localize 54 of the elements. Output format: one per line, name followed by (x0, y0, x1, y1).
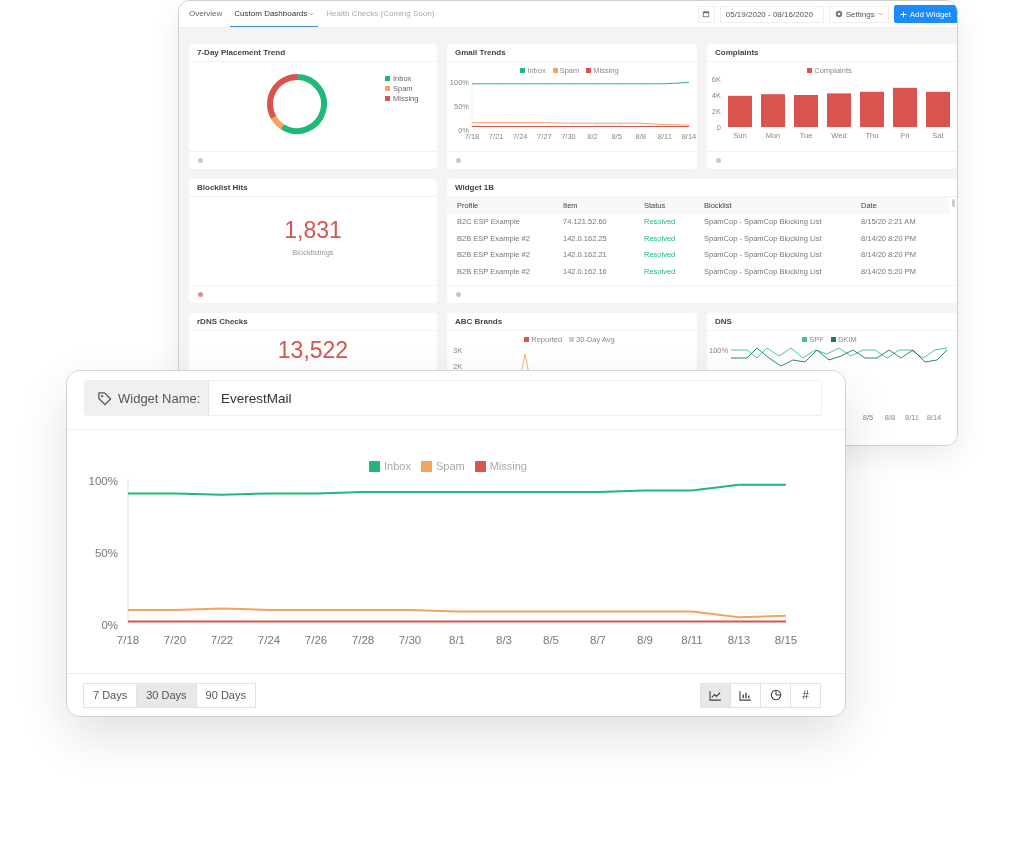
widget-title: ABC Brands (447, 313, 697, 331)
tick-label: 8/1 (449, 634, 465, 646)
plus-icon (899, 10, 907, 18)
caret-icon (877, 12, 883, 16)
tab[interactable]: Custom Dashboards (230, 1, 319, 27)
widget-title: Complaints (707, 44, 957, 62)
widget-name-field[interactable]: Widget Name: EverestMail (84, 380, 822, 416)
gear-icon (834, 10, 843, 18)
tick-label: 8/5 (543, 634, 559, 646)
tick-label: 8/15 (774, 634, 798, 646)
tick-label: 7/22 (210, 634, 234, 646)
tick-label: 100% (88, 475, 118, 488)
line-chart-button[interactable] (700, 682, 731, 708)
legend-label: Spam (435, 460, 465, 472)
widget-title: DNS (707, 313, 957, 331)
tick-label: 7/24 (257, 634, 281, 646)
tick-label: 8/11 (681, 634, 703, 646)
widget-title: Blocklist Hits (189, 179, 437, 197)
widget-title: Gmail Trends (447, 44, 697, 62)
scrollbar[interactable] (952, 199, 955, 207)
legend-label: Inbox (384, 460, 411, 472)
tab[interactable]: Overview (185, 1, 227, 27)
tick-label: 8/9 (637, 634, 653, 646)
widget-title: 7-Day Placement Trend (189, 44, 437, 62)
tick-label: 7/28 (351, 634, 375, 646)
tick-label: 8/3 (496, 634, 512, 646)
calendar-icon (702, 10, 711, 18)
tag-icon (97, 390, 112, 406)
pie-chart-button[interactable] (760, 682, 791, 708)
widget-title: rDNS Checks (189, 313, 437, 331)
stat-value: 1,831 (284, 217, 342, 244)
bar-chart-icon (739, 689, 752, 701)
range-button[interactable]: 30 Days (136, 682, 197, 708)
legend-label: Missing (489, 460, 527, 472)
number-button[interactable]: # (790, 682, 821, 708)
tick-label: 7/26 (304, 634, 328, 646)
tick-label: 7/20 (163, 634, 187, 646)
tick-label: 8/13 (727, 634, 751, 646)
line-chart-icon (709, 689, 722, 701)
tick-label: 7/18 (116, 634, 140, 646)
tick-label: 50% (94, 547, 118, 560)
field-label: Widget Name: (118, 390, 201, 406)
date-range-field[interactable]: 05/19/2020 - 08/16/2020 (719, 5, 824, 23)
pie-chart-icon (769, 689, 782, 701)
donut-chart (265, 72, 329, 136)
tick-label: 0% (101, 619, 118, 632)
range-button[interactable]: 7 Days (83, 682, 138, 708)
stat-value: 13,522 (277, 337, 349, 364)
tick-label: 8/7 (590, 634, 606, 646)
settings-button[interactable]: Settings (828, 5, 889, 23)
calendar-button[interactable] (697, 5, 715, 23)
range-button[interactable]: 90 Days (195, 682, 256, 708)
tick-label: 7/30 (398, 634, 422, 646)
bar-chart-button[interactable] (730, 682, 761, 708)
